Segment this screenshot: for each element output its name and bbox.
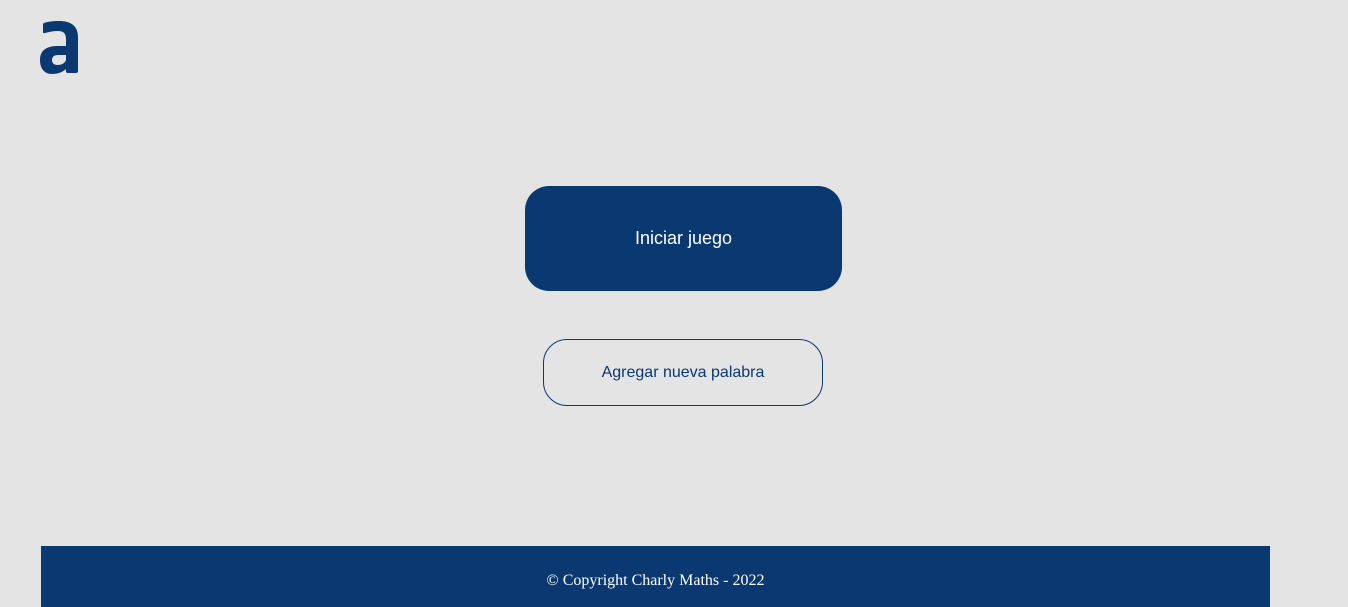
copyright-text: © Copyright Charly Maths - 2022 — [546, 571, 765, 589]
start-game-button[interactable]: Iniciar juego — [525, 186, 842, 291]
alura-logo-icon — [38, 20, 82, 76]
footer: © Copyright Charly Maths - 2022 — [41, 546, 1270, 607]
add-new-word-button[interactable]: Agregar nueva palabra — [543, 339, 823, 406]
